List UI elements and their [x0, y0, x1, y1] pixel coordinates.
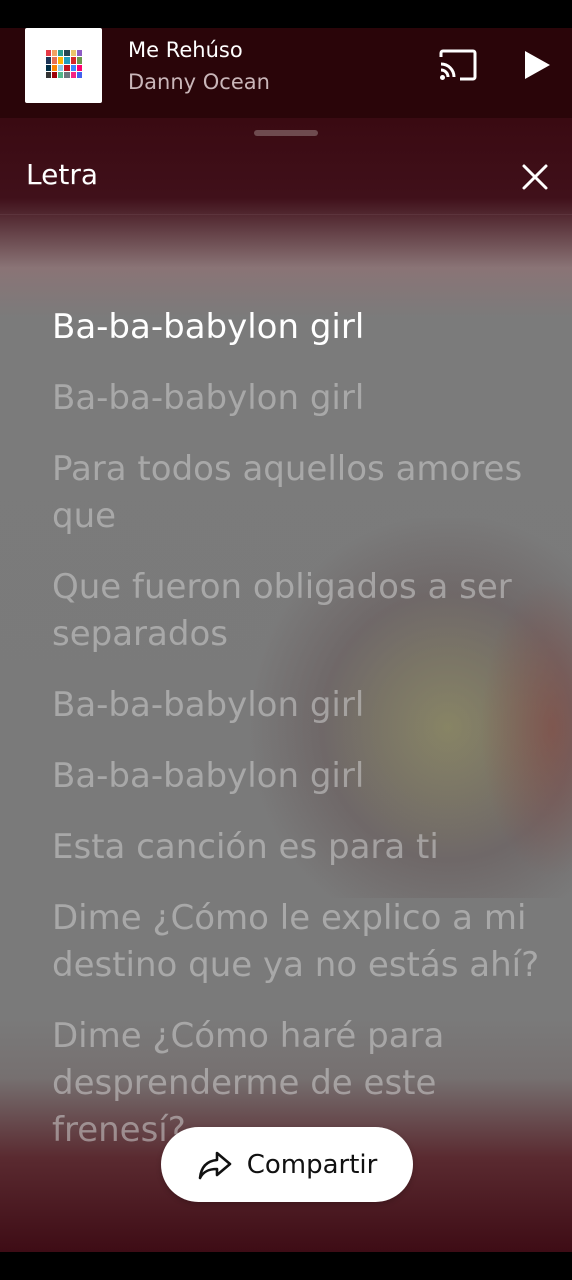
status-bar [0, 0, 572, 28]
drag-handle[interactable] [254, 130, 318, 136]
share-button[interactable]: Compartir [161, 1127, 413, 1202]
lyrics-sheet[interactable]: Letra Ba-ba-babylon girl Ba-ba-babylon g… [0, 118, 572, 1252]
lyric-line[interactable]: Ba-ba-babylon girl [52, 375, 542, 422]
sheet-title: Letra [26, 158, 98, 191]
play-icon [525, 51, 550, 79]
play-button[interactable] [519, 48, 553, 82]
song-title[interactable]: Me Rehúso [128, 38, 243, 62]
cast-button[interactable] [438, 48, 478, 82]
song-artist[interactable]: Danny Ocean [128, 70, 270, 94]
close-icon [522, 164, 548, 190]
close-button[interactable] [520, 162, 550, 192]
mini-player[interactable]: Me Rehúso Danny Ocean [0, 28, 572, 118]
lyric-line[interactable]: Esta canción es para ti [52, 824, 542, 871]
share-label: Compartir [246, 1149, 378, 1180]
cast-icon [439, 49, 477, 81]
lyric-line[interactable]: Para todos aquellos amores que [52, 446, 542, 540]
lyric-line[interactable]: Dime ¿Cómo le explico a mi destino que y… [52, 895, 542, 989]
lyric-line-active[interactable]: Ba-ba-babylon girl [52, 304, 542, 351]
lyrics-list[interactable]: Ba-ba-babylon girl Ba-ba-babylon girl Pa… [52, 304, 542, 1178]
navigation-bar [0, 1252, 572, 1280]
divider [0, 214, 572, 215]
lyric-line[interactable]: Ba-ba-babylon girl [52, 682, 542, 729]
lyric-line[interactable]: Que fueron obligados a ser separados [52, 564, 542, 658]
album-art-mosaic [46, 50, 82, 78]
lyric-line[interactable]: Ba-ba-babylon girl [52, 753, 542, 800]
share-icon [198, 1151, 231, 1179]
album-art[interactable] [25, 28, 102, 103]
